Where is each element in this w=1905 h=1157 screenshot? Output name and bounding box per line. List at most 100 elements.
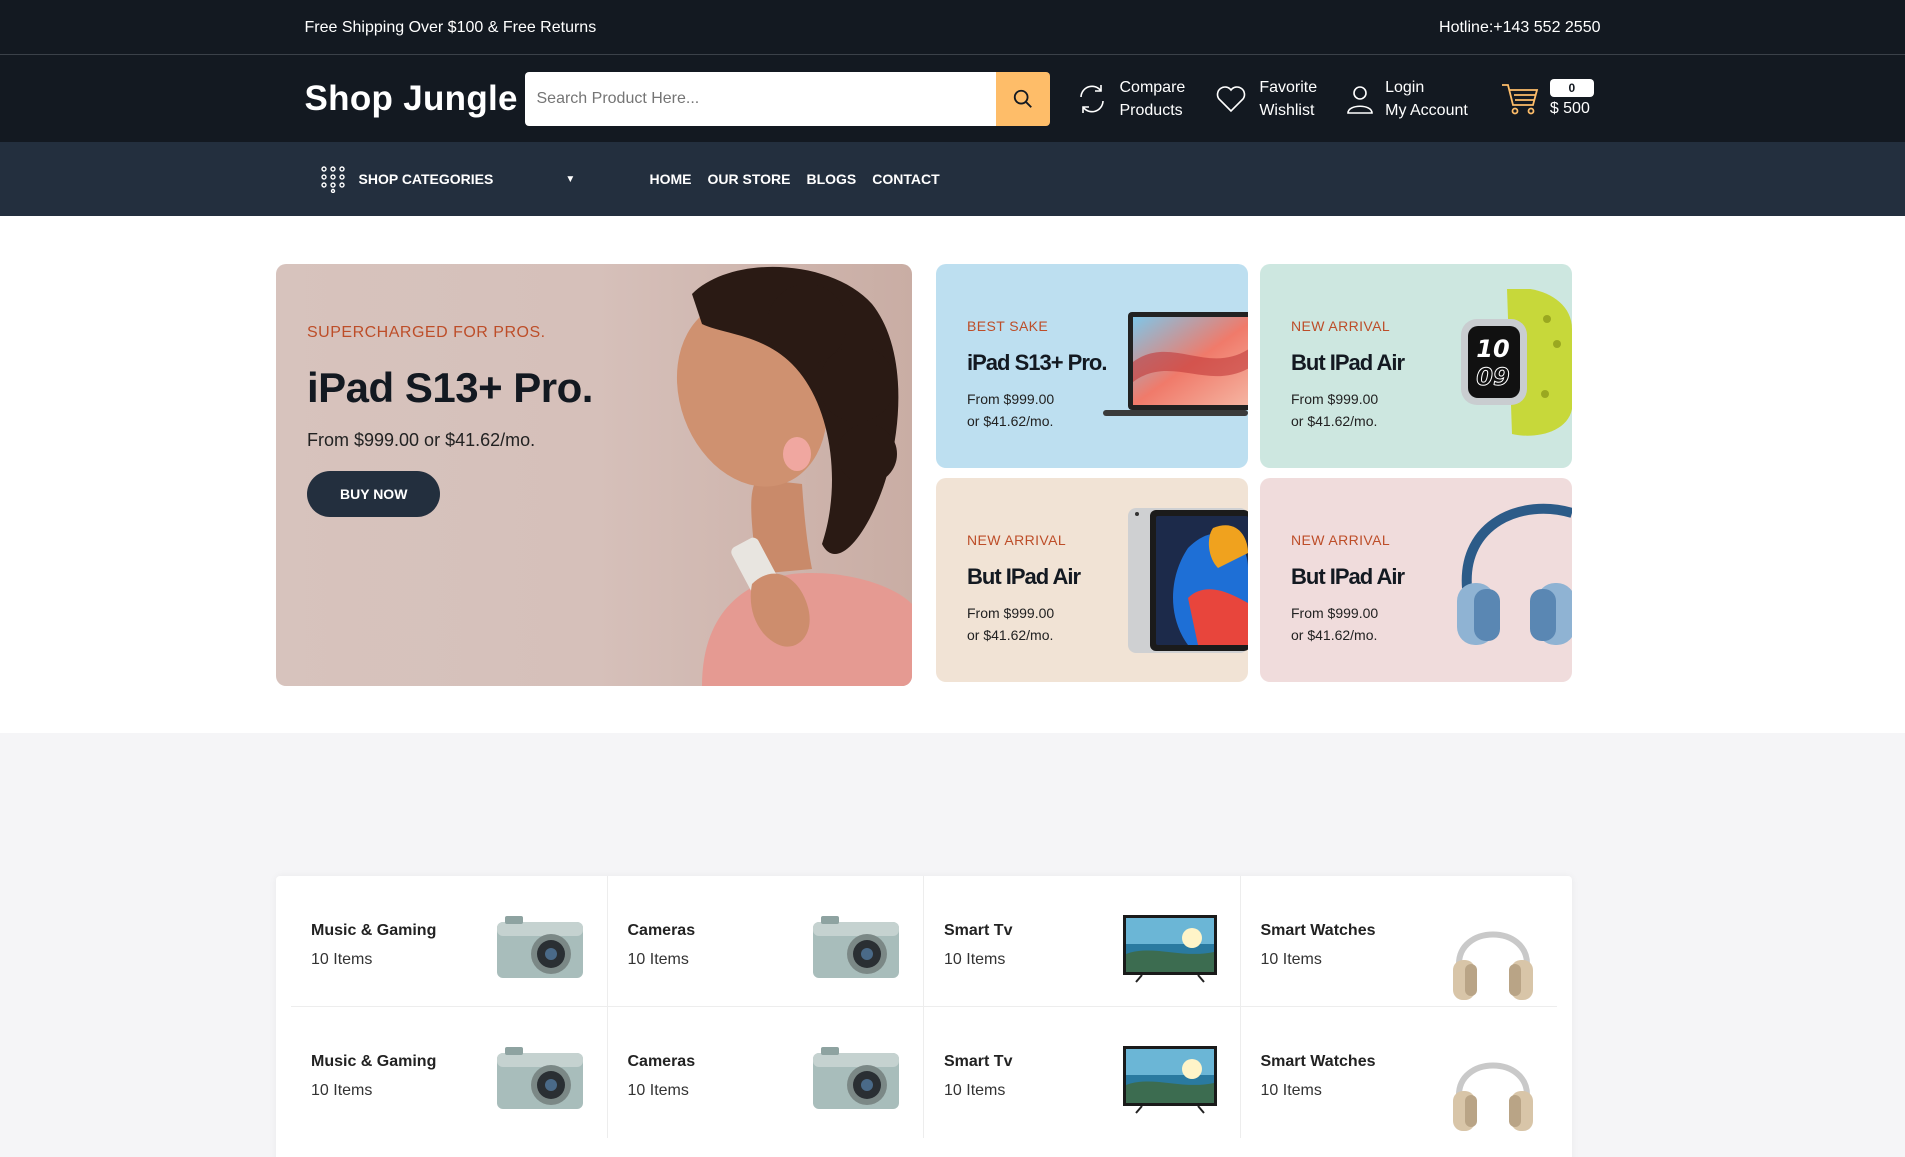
caret-down-icon: ▼ [565, 173, 576, 185]
category-card[interactable]: Smart Watches 10 Items [1241, 1007, 1558, 1138]
headphones-image [1457, 503, 1572, 645]
category-card[interactable]: Cameras 10 Items [607, 876, 924, 1007]
nav-contact[interactable]: CONTACT [872, 171, 939, 187]
promo-card-laptop[interactable]: BEST SAKE iPad S13+ Pro. From $999.00 or … [936, 264, 1248, 468]
card2-kicker: NEW ARRIVAL [1291, 318, 1391, 334]
category-name: Smart Watches [1260, 922, 1376, 939]
category-card[interactable]: Smart Watches 10 Items [1240, 876, 1557, 1009]
wishlist-link[interactable]: Favorite Wishlist [1213, 76, 1317, 122]
compare-line2: Products [1119, 101, 1183, 119]
shop-categories-dropdown[interactable]: SHOP CATEGORIES ▼ [305, 165, 650, 193]
hotline[interactable]: Hotline:+143 552 2550 [1439, 19, 1600, 37]
search-icon [1013, 89, 1032, 108]
main-banner-title: iPad S13+ Pro. [307, 364, 593, 411]
cart-total: $ 500 [1549, 100, 1590, 117]
nav-our-store[interactable]: OUR STORE [708, 171, 791, 187]
category-camera-image [811, 914, 901, 989]
card3-kicker: NEW ARRIVAL [967, 532, 1067, 548]
compare-products-link[interactable]: Compare Products [1074, 76, 1186, 122]
main-nav: SHOP CATEGORIES ▼ HOME OUR STORE BLOGS C… [0, 142, 1905, 216]
tablet-image [1128, 508, 1248, 653]
woman-with-phone-image [676, 266, 912, 686]
card3-title: But IPad Air [967, 564, 1081, 589]
account-link[interactable]: Login My Account [1345, 76, 1468, 122]
category-camera-image [495, 914, 585, 989]
card1-monthly: or $41.62/mo. [967, 413, 1054, 429]
card2-title: But IPad Air [1291, 350, 1405, 375]
category-count: 10 Items [311, 951, 373, 968]
cart-link[interactable]: 0 $ 500 [1500, 79, 1594, 118]
category-count: 10 Items [944, 951, 1006, 968]
card4-price: From $999.00 [1291, 605, 1379, 621]
category-name: Smart Tv [944, 922, 1013, 939]
cart-icon [1501, 83, 1538, 114]
category-count: 10 Items [627, 951, 689, 968]
categories-section: Music & Gaming 10 Items Cameras 10 Items S… [0, 733, 1905, 1157]
card1-kicker: BEST SAKE [967, 318, 1049, 334]
categories-panel: Music & Gaming 10 Items Cameras 10 Items S… [276, 876, 1572, 1157]
shop-categories-label: SHOP CATEGORIES [358, 171, 494, 187]
main-banner[interactable]: SUPERCHARGED FOR PROS. iPad S13+ Pro. Fr… [276, 264, 912, 686]
card1-price: From $999.00 [967, 391, 1055, 407]
compare-line1: Compare [1119, 78, 1186, 96]
top-bar: Free Shipping Over $100 & Free Returns H… [0, 0, 1905, 55]
card2-price: From $999.00 [1291, 391, 1379, 407]
category-tv-image [1122, 914, 1218, 989]
site-logo[interactable]: Shop Jungle [305, 79, 525, 119]
card4-title: But IPad Air [1291, 564, 1405, 589]
category-camera-image [495, 1045, 585, 1120]
account-line2: My Account [1385, 101, 1468, 119]
smartwatch-image: 10 09 [1461, 289, 1572, 436]
card4-monthly: or $41.62/mo. [1291, 627, 1378, 643]
category-card[interactable]: Music & Gaming 10 Items [291, 1007, 608, 1138]
account-line1: Login [1385, 78, 1425, 96]
category-name: Music & Gaming [311, 922, 437, 939]
buy-now-button[interactable]: BUY NOW [307, 471, 441, 517]
card2-monthly: or $41.62/mo. [1291, 413, 1378, 429]
category-name: Cameras [627, 922, 696, 939]
promo-card-tablet[interactable]: NEW ARRIVAL But IPad Air From $999.00 or … [936, 478, 1248, 682]
promo-card-headphones[interactable]: NEW ARRIVAL But IPad Air From $999.00 or … [1260, 478, 1572, 682]
svg-text:10: 10 [1476, 335, 1509, 363]
search-bar [524, 71, 1050, 126]
category-count: 10 Items [944, 1082, 1006, 1099]
card1-title: iPad S13+ Pro. [967, 350, 1107, 375]
category-tv-image [1122, 1045, 1218, 1120]
nav-home[interactable]: HOME [650, 171, 692, 187]
category-card[interactable]: Smart Tv 10 Items [924, 876, 1241, 1007]
category-count: 10 Items [1260, 1082, 1322, 1099]
card4-kicker: NEW ARRIVAL [1291, 532, 1391, 548]
promo-card-watch[interactable]: 10 09 NEW ARRIVAL But IPad Air From $999… [1260, 264, 1572, 468]
main-header: Shop Jungle Compare Products Favorite Wish… [0, 55, 1905, 142]
category-card[interactable]: Smart Tv 10 Items [924, 1007, 1241, 1138]
grid-menu-icon [320, 166, 345, 193]
hero-section: SUPERCHARGED FOR PROS. iPad S13+ Pro. Fr… [0, 216, 1905, 733]
svg-text:09: 09 [1476, 363, 1509, 391]
card3-monthly: or $41.62/mo. [967, 627, 1054, 643]
category-count: 10 Items [311, 1082, 373, 1099]
card3-price: From $999.00 [967, 605, 1055, 621]
search-button[interactable] [995, 71, 1050, 126]
category-card[interactable]: Cameras 10 Items [608, 1007, 924, 1138]
category-name: Smart Tv [944, 1053, 1013, 1070]
category-card[interactable]: Music & Gaming 10 Items [291, 876, 608, 1007]
wishlist-line1: Favorite [1259, 78, 1318, 96]
heart-icon [1217, 85, 1246, 112]
shipping-notice: Free Shipping Over $100 & Free Returns [304, 18, 597, 36]
category-name: Smart Watches [1260, 1053, 1376, 1070]
laptop-image [1103, 312, 1248, 416]
main-banner-kicker: SUPERCHARGED FOR PROS. [307, 324, 546, 341]
category-headphones-image [1451, 914, 1535, 1009]
cart-count-badge: 0 [1549, 79, 1594, 97]
category-name: Music & Gaming [311, 1053, 437, 1070]
category-name: Cameras [627, 1053, 696, 1070]
nav-blogs[interactable]: BLOGS [806, 171, 856, 187]
category-count: 10 Items [627, 1082, 689, 1099]
category-count: 10 Items [1260, 951, 1322, 968]
category-camera-image [811, 1045, 901, 1120]
wishlist-line2: Wishlist [1259, 101, 1315, 119]
category-headphones-image [1451, 1045, 1535, 1140]
search-input[interactable] [524, 71, 996, 126]
compare-icon [1079, 84, 1104, 113]
main-banner-price: From $999.00 or $41.62/mo. [307, 430, 536, 450]
